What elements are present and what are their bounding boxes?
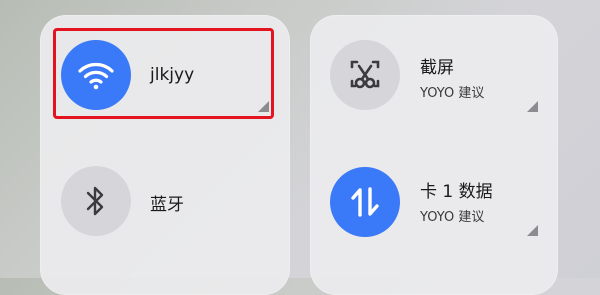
mobile-data-label: 卡 1 数据: [420, 182, 493, 202]
bluetooth-label: 蓝牙: [150, 195, 184, 215]
screenshot-tile[interactable]: 截屏 YOYO 建议: [322, 30, 548, 134]
bluetooth-toggle[interactable]: [61, 166, 131, 236]
mobile-data-expand-corner[interactable]: [527, 225, 538, 236]
bluetooth-tile[interactable]: 蓝牙: [55, 152, 272, 256]
data-arrows-icon: [351, 187, 379, 217]
bluetooth-icon: [86, 186, 104, 216]
highlight-box: [53, 28, 274, 119]
screenshot-scissors-icon: [350, 60, 380, 89]
screenshot-label: 截屏: [420, 58, 454, 78]
screenshot-suggestion: YOYO 建议: [420, 86, 485, 101]
mobile-data-toggle[interactable]: [330, 167, 400, 237]
screenshot-toggle[interactable]: [330, 40, 400, 110]
mobile-data-tile[interactable]: 卡 1 数据 YOYO 建议: [322, 152, 548, 256]
screenshot-expand-corner[interactable]: [527, 101, 538, 112]
mobile-data-suggestion: YOYO 建议: [420, 210, 485, 225]
